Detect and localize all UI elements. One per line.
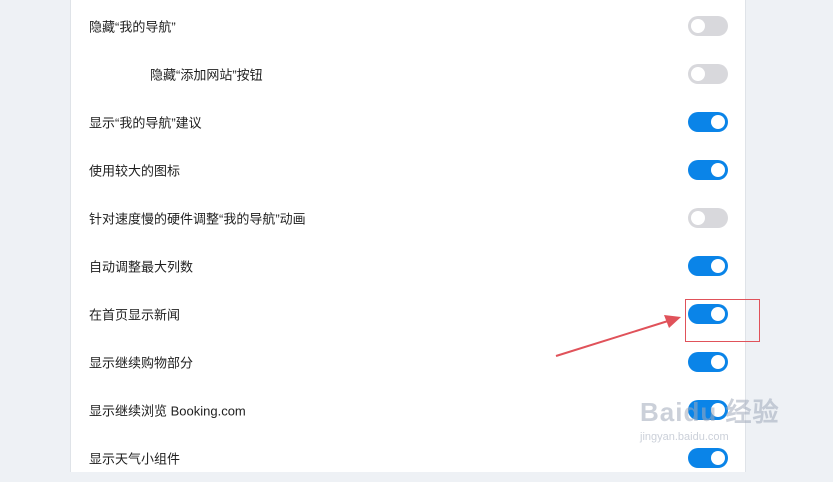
arrow-shaft bbox=[555, 320, 669, 357]
arrow-head bbox=[664, 315, 681, 328]
annotation-arrow bbox=[555, 315, 681, 357]
